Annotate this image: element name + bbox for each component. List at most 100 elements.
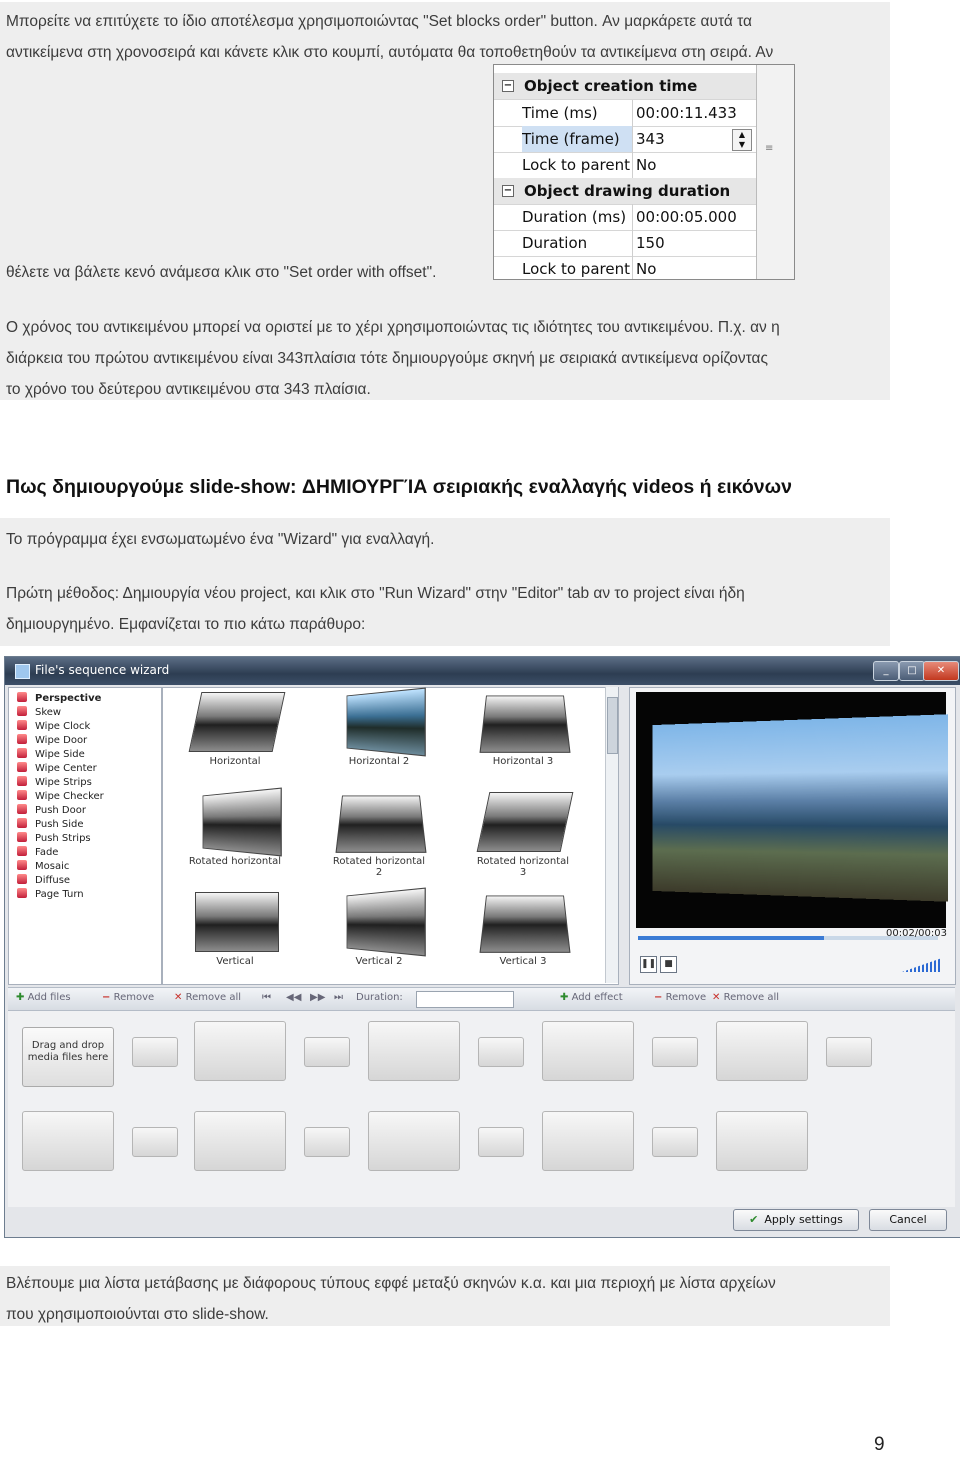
previous-icon[interactable]: ◀◀ — [286, 992, 301, 1003]
remove-effect-button[interactable]: − Remove — [654, 992, 706, 1003]
property-row[interactable]: Time (frame) 343 ▲ ▼ — [494, 126, 756, 153]
scrollbar-thumb[interactable] — [607, 697, 618, 754]
effect-variant-thumb[interactable]: Vertical — [185, 892, 285, 972]
effect-icon — [17, 790, 27, 800]
property-row[interactable]: Lock to parent No — [494, 256, 756, 279]
minimize-icon[interactable]: _ — [873, 661, 899, 681]
landscape-image — [652, 714, 948, 902]
first-icon[interactable]: ⏮ — [262, 992, 271, 1003]
effect-variant-thumb[interactable]: Rotated horizontal — [185, 787, 285, 872]
effect-item[interactable]: Wipe Center — [17, 762, 97, 776]
transition-slot[interactable] — [478, 1127, 524, 1157]
property-value[interactable]: 343 — [636, 126, 665, 152]
next-icon[interactable]: ▶▶ — [310, 992, 325, 1003]
effect-variant-thumb[interactable]: Horizontal 2 — [329, 687, 429, 772]
group-object-creation-time[interactable]: − Object creation time — [494, 73, 756, 100]
file-slot[interactable] — [716, 1111, 808, 1171]
thumbnail-image — [195, 892, 279, 952]
transition-slot[interactable] — [826, 1037, 872, 1067]
cancel-button[interactable]: Cancel — [869, 1209, 947, 1231]
effect-item[interactable]: Wipe Door — [17, 734, 87, 748]
remove-button[interactable]: − Remove — [102, 992, 154, 1003]
file-slot[interactable] — [368, 1111, 460, 1171]
file-slot[interactable] — [542, 1111, 634, 1171]
apply-settings-button[interactable]: ✔ Apply settings — [733, 1209, 859, 1231]
transition-slot[interactable] — [652, 1037, 698, 1067]
property-value[interactable]: 150 — [636, 230, 665, 256]
file-slot[interactable] — [368, 1021, 460, 1081]
effect-variant-thumb[interactable]: Vertical 2 — [329, 887, 429, 972]
file-slot[interactable] — [194, 1021, 286, 1081]
property-row[interactable]: Lock to parent No — [494, 152, 756, 179]
stop-icon[interactable]: ■ — [660, 956, 677, 973]
property-value[interactable]: 00:00:11.433 — [636, 100, 737, 126]
thumbnail-image — [202, 787, 282, 857]
remove-all-effects-button[interactable]: ✕ Remove all — [712, 992, 779, 1003]
thumb-caption: Horizontal 3 — [492, 756, 554, 767]
volume-icon[interactable] — [902, 958, 942, 972]
thumbnail-image — [476, 792, 574, 852]
effect-item[interactable]: Mosaic — [17, 860, 69, 874]
gallery-scrollbar[interactable] — [605, 687, 618, 983]
add-effect-button[interactable]: ✚ Add effect — [560, 992, 623, 1003]
property-label: Time (frame) — [522, 126, 633, 152]
paragraph-4-line-2: δημιουργημένο. Εμφανίζεται το πιο κάτω π… — [6, 616, 366, 633]
property-value[interactable]: No — [636, 256, 656, 279]
last-icon[interactable]: ⏭ — [334, 992, 343, 1003]
thumbnail-image — [479, 895, 571, 953]
effect-item[interactable]: Wipe Checker — [17, 790, 104, 804]
file-slot[interactable] — [194, 1111, 286, 1171]
effect-item[interactable]: Wipe Strips — [17, 776, 92, 790]
property-value[interactable]: 00:00:05.000 — [636, 204, 737, 230]
transition-slot[interactable] — [132, 1127, 178, 1157]
effect-item[interactable]: Push Door — [17, 804, 86, 818]
effect-item[interactable]: Page Turn — [17, 888, 84, 902]
pause-icon[interactable]: ❚❚ — [640, 956, 657, 973]
spin-buttons-icon[interactable]: ▲ ▼ — [732, 129, 752, 151]
effect-item[interactable]: Perspective — [17, 692, 101, 706]
transition-slot[interactable] — [304, 1037, 350, 1067]
group-object-drawing-duration[interactable]: − Object drawing duration — [494, 178, 756, 205]
properties-scrollbar[interactable]: ≡ — [756, 65, 794, 279]
property-row[interactable]: Duration (fram 150 — [494, 230, 756, 257]
duration-input[interactable] — [416, 991, 514, 1008]
paragraph-2-line-1: Ο χρόνος του αντικειμένου μπορεί να ορισ… — [6, 319, 780, 336]
collapse-icon[interactable]: − — [502, 80, 514, 92]
file-slot[interactable] — [542, 1021, 634, 1081]
transition-slot[interactable] — [304, 1127, 350, 1157]
video-preview — [636, 692, 948, 928]
property-value[interactable]: No — [636, 152, 656, 178]
file-slot[interactable] — [716, 1021, 808, 1081]
effect-variant-thumb[interactable]: Horizontal 3 — [473, 692, 573, 772]
effect-variant-thumb[interactable]: Horizontal — [185, 692, 286, 772]
effect-variant-thumb[interactable]: Vertical 3 — [473, 892, 573, 972]
window-titlebar[interactable]: File's sequence wizard _ □ ✕ — [5, 657, 960, 685]
effect-variant-thumb[interactable]: Rotated horizontal 3 — [473, 792, 574, 878]
effect-icon — [17, 762, 27, 772]
property-label: Time (ms) — [522, 100, 633, 126]
collapse-icon[interactable]: − — [502, 185, 514, 197]
effect-item[interactable]: Diffuse — [17, 874, 70, 888]
transition-slot[interactable] — [652, 1127, 698, 1157]
add-files-button[interactable]: ✚ Add files — [16, 992, 71, 1003]
transition-slot[interactable] — [478, 1037, 524, 1067]
effect-icon — [17, 846, 27, 856]
effect-item[interactable]: Fade — [17, 846, 58, 860]
remove-all-button[interactable]: ✕ Remove all — [174, 992, 241, 1003]
property-row[interactable]: Duration (ms) 00:00:05.000 — [494, 204, 756, 231]
transition-slot[interactable] — [132, 1037, 178, 1067]
property-row[interactable]: Time (ms) 00:00:11.433 — [494, 100, 756, 127]
effect-item[interactable]: Wipe Side — [17, 748, 85, 762]
file-slot[interactable] — [22, 1111, 114, 1171]
paragraph-5-line-1: Βλέπουμε μια λίστα μετάβασης με διάφορου… — [6, 1275, 776, 1292]
effect-item[interactable]: Wipe Clock — [17, 720, 90, 734]
effect-item[interactable]: Push Strips — [17, 832, 91, 846]
grip-icon: ≡ — [765, 143, 774, 154]
drop-zone[interactable]: Drag and drop media files here — [22, 1027, 114, 1087]
effect-item[interactable]: Push Side — [17, 818, 84, 832]
effect-variant-thumb[interactable]: Rotated horizontal 2 — [329, 792, 429, 878]
maximize-icon[interactable]: □ — [899, 661, 925, 681]
effect-icon — [17, 748, 27, 758]
close-icon[interactable]: ✕ — [923, 661, 959, 681]
effect-item[interactable]: Skew — [17, 706, 61, 720]
